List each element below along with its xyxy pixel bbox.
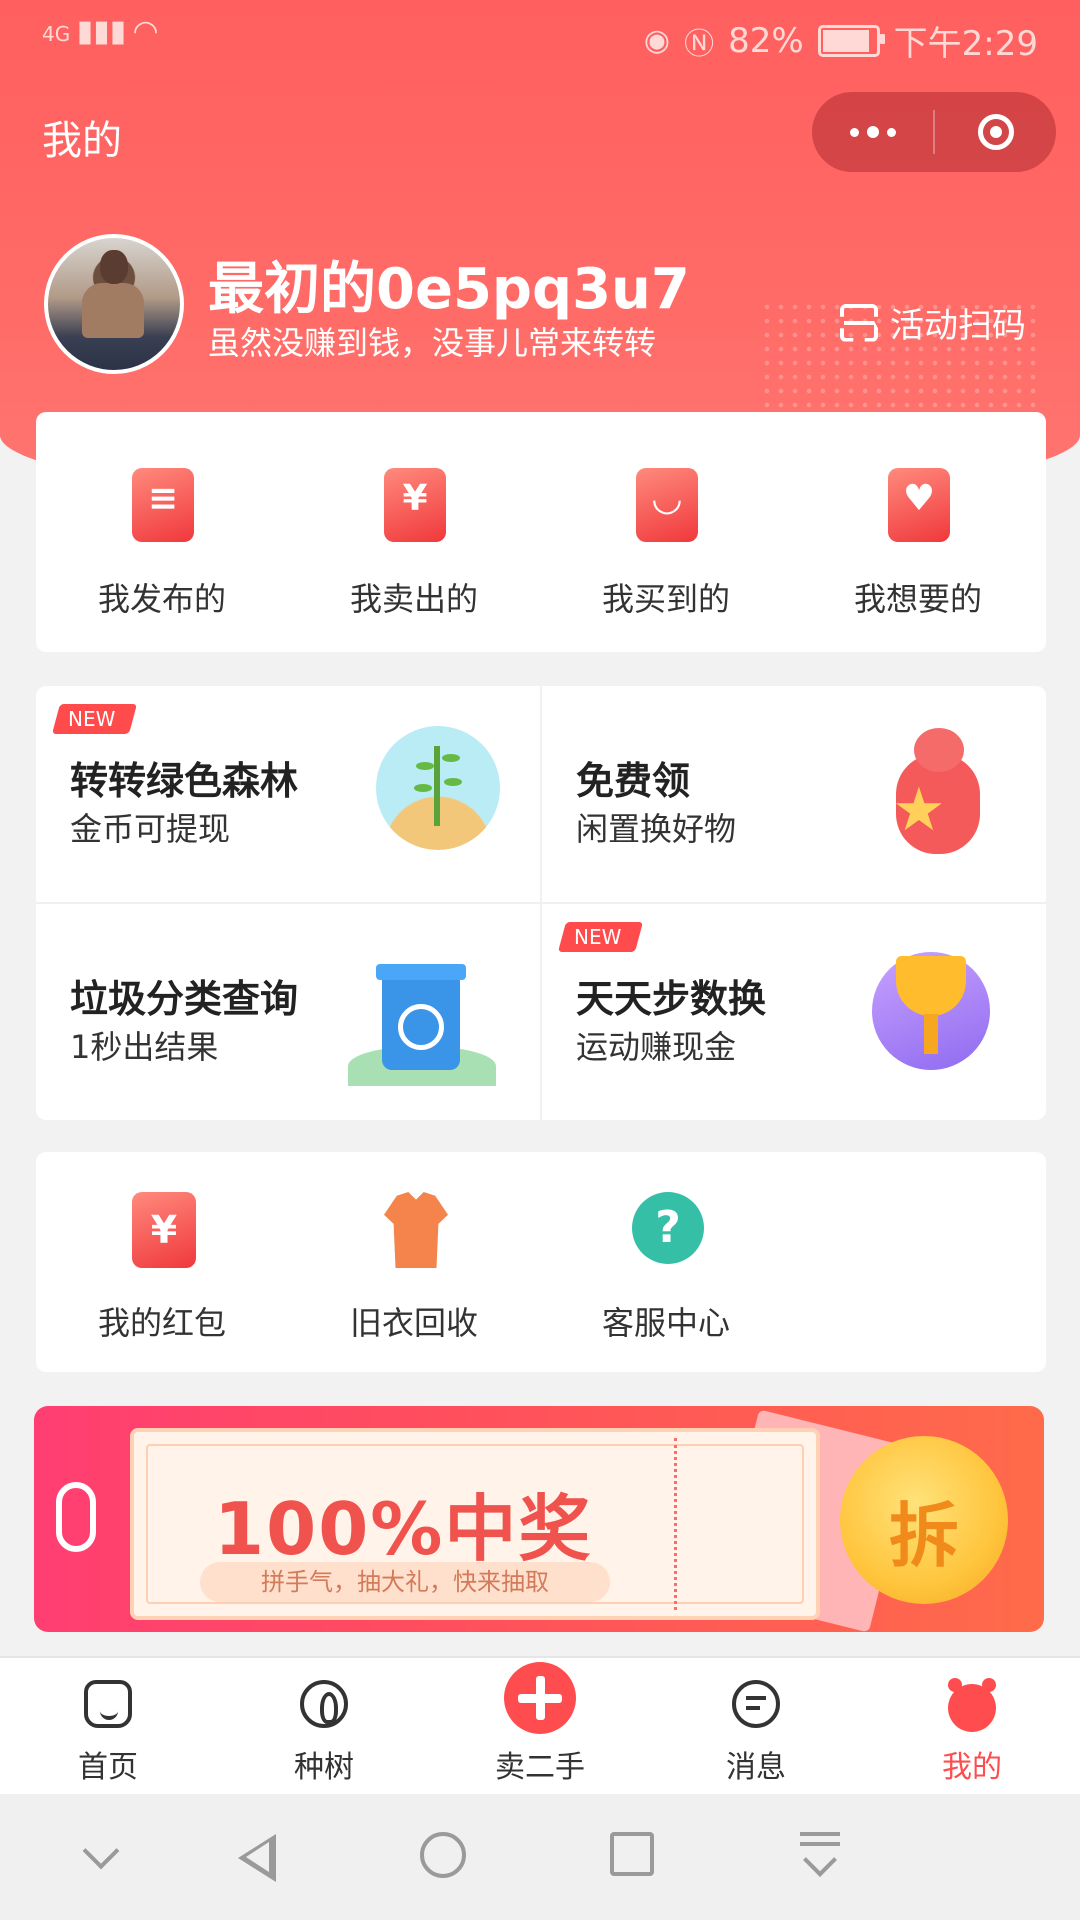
recent-apps-icon[interactable] (610, 1832, 654, 1876)
network-indicator: 4G ▮▮▮ ◠ (42, 14, 159, 49)
activity-scan-button[interactable]: 活动扫码 (840, 298, 1026, 347)
feature-subtitle: 闲置换好物 (576, 810, 737, 848)
services-card: ¥ 我的红包 旧衣回收 ? 客服中心 (36, 1152, 1046, 1372)
order-published[interactable]: ≡ 我发布的 (36, 412, 288, 652)
service-label: 我的红包 (97, 1304, 226, 1342)
open-coin-button[interactable]: 拆 (840, 1436, 1008, 1604)
feature-garbage-sorting[interactable]: 垃圾分类查询 1秒出结果 (36, 904, 540, 1120)
heart-icon: ♥ (888, 468, 950, 542)
order-wanted[interactable]: ♥ 我想要的 (792, 412, 1044, 652)
message-icon (732, 1680, 780, 1728)
more-dots-icon[interactable] (812, 126, 933, 138)
trophy-illustration (866, 946, 996, 1076)
banner-subline: 拼手气，抽大礼，快来抽取 (200, 1562, 610, 1602)
tab-label: 首页 (78, 1750, 138, 1785)
order-bought[interactable]: ◡ 我买到的 (540, 412, 792, 652)
page-title: 我的 (42, 118, 122, 164)
eye-icon: ◉ (643, 23, 671, 58)
key-icon (56, 1482, 96, 1552)
service-label: 旧衣回收 (349, 1304, 478, 1342)
wifi-icon: ◠ (132, 14, 159, 49)
banner-headline: 100%中奖 (214, 1487, 593, 1571)
network-type: 4G (42, 22, 71, 46)
status-right: ◉ Ⓝ 82% 下午2:29 (644, 16, 1038, 65)
battery-icon (817, 24, 885, 57)
feature-title: 天天步数换 (576, 977, 767, 1021)
tab-mine[interactable]: 我的 (864, 1658, 1080, 1796)
service-red-packet[interactable]: ¥ 我的红包 (36, 1152, 288, 1372)
tab-home[interactable]: 首页 (0, 1658, 216, 1796)
bear-illustration: ★ (886, 724, 990, 864)
shopping-bag-icon: ◡ (636, 468, 698, 542)
sprout-icon (300, 1680, 348, 1728)
lottery-banner[interactable]: 100%中奖 拼手气，抽大礼，快来抽取 拆 (34, 1406, 1044, 1632)
username[interactable]: 最初的0e5pq3u7 (208, 244, 690, 325)
tab-sell[interactable]: 卖二手 (432, 1658, 648, 1796)
help-chat-icon: ? (632, 1192, 704, 1264)
signal-icon: ▮▮▮ (76, 14, 127, 49)
ticket: 100%中奖 拼手气，抽大礼，快来抽取 (130, 1428, 820, 1620)
service-customer-center[interactable]: ? 客服中心 (540, 1152, 792, 1372)
battery-percent: 82% (728, 20, 804, 61)
avatar[interactable] (44, 234, 184, 374)
new-badge: NEW (557, 922, 644, 952)
feature-subtitle: 运动赚现金 (576, 1028, 737, 1066)
order-label: 我发布的 (97, 580, 226, 618)
service-label: 客服中心 (601, 1304, 730, 1342)
feature-subtitle: 金币可提现 (70, 810, 231, 848)
order-sold[interactable]: ¥ 我卖出的 (288, 412, 540, 652)
clock: 下午2:29 (893, 24, 1038, 64)
system-navigation-bar (0, 1794, 1080, 1920)
back-icon[interactable] (232, 1832, 280, 1882)
coin-text: 拆 (889, 1495, 959, 1577)
nfc-icon: Ⓝ (684, 26, 715, 62)
tab-plant-tree[interactable]: 种树 (216, 1658, 432, 1796)
status-bar: 4G ▮▮▮ ◠ ◉ Ⓝ 82% 下午2:29 (0, 0, 1080, 72)
notification-pull-icon[interactable] (796, 1832, 844, 1880)
scan-label: 活动扫码 (890, 306, 1026, 346)
bear-icon (948, 1678, 996, 1732)
target-icon (977, 114, 1014, 150)
sold-yuan-icon: ¥ (384, 468, 446, 542)
feature-title: 垃圾分类查询 (70, 977, 299, 1021)
features-card: NEW 转转绿色森林 金币可提现 免费领 闲置换好物 ★ 垃圾分类查询 1秒出结… (36, 686, 1046, 1120)
red-packet-icon: ¥ (132, 1192, 196, 1268)
home-circle-icon[interactable] (420, 1832, 466, 1878)
tab-label: 种树 (294, 1750, 354, 1785)
feature-title: 转转绿色森林 (70, 759, 299, 803)
home-icon (84, 1680, 132, 1728)
scan-icon (840, 304, 878, 342)
publish-icon: ≡ (132, 468, 194, 542)
tab-messages[interactable]: 消息 (648, 1658, 864, 1796)
plus-icon (504, 1662, 576, 1734)
avatar-body (82, 283, 144, 338)
tab-label: 卖二手 (495, 1750, 585, 1785)
recycle-bin-illustration (348, 956, 496, 1086)
orders-card: ≡ 我发布的 ¥ 我卖出的 ◡ 我买到的 ♥ 我想要的 (36, 412, 1046, 652)
bottom-tab-bar: 首页 种树 卖二手 消息 我的 (0, 1656, 1080, 1796)
profile-tagline: 虽然没赚到钱，没事儿常来转转 (208, 324, 657, 362)
mini-program-capsule (812, 92, 1056, 172)
battery-fill (822, 29, 869, 52)
shirt-icon (384, 1192, 448, 1268)
feature-title: 免费领 (576, 759, 691, 803)
feature-daily-steps[interactable]: NEW 天天步数换 运动赚现金 (542, 904, 1046, 1120)
service-clothes-recycle[interactable]: 旧衣回收 (288, 1152, 540, 1372)
feature-subtitle: 1秒出结果 (70, 1028, 219, 1066)
order-label: 我买到的 (601, 580, 730, 618)
feature-free-get[interactable]: 免费领 闲置换好物 ★ (542, 686, 1046, 902)
order-label: 我卖出的 (349, 580, 478, 618)
chevron-down-icon[interactable] (78, 1832, 126, 1880)
order-label: 我想要的 (853, 580, 982, 618)
new-badge: NEW (51, 704, 138, 734)
tree-illustration (376, 726, 500, 850)
avatar-head (100, 250, 128, 284)
feature-green-forest[interactable]: NEW 转转绿色森林 金币可提现 (36, 686, 540, 902)
tab-label: 消息 (726, 1750, 786, 1785)
tab-label: 我的 (942, 1750, 1002, 1785)
close-button[interactable] (935, 114, 1056, 150)
